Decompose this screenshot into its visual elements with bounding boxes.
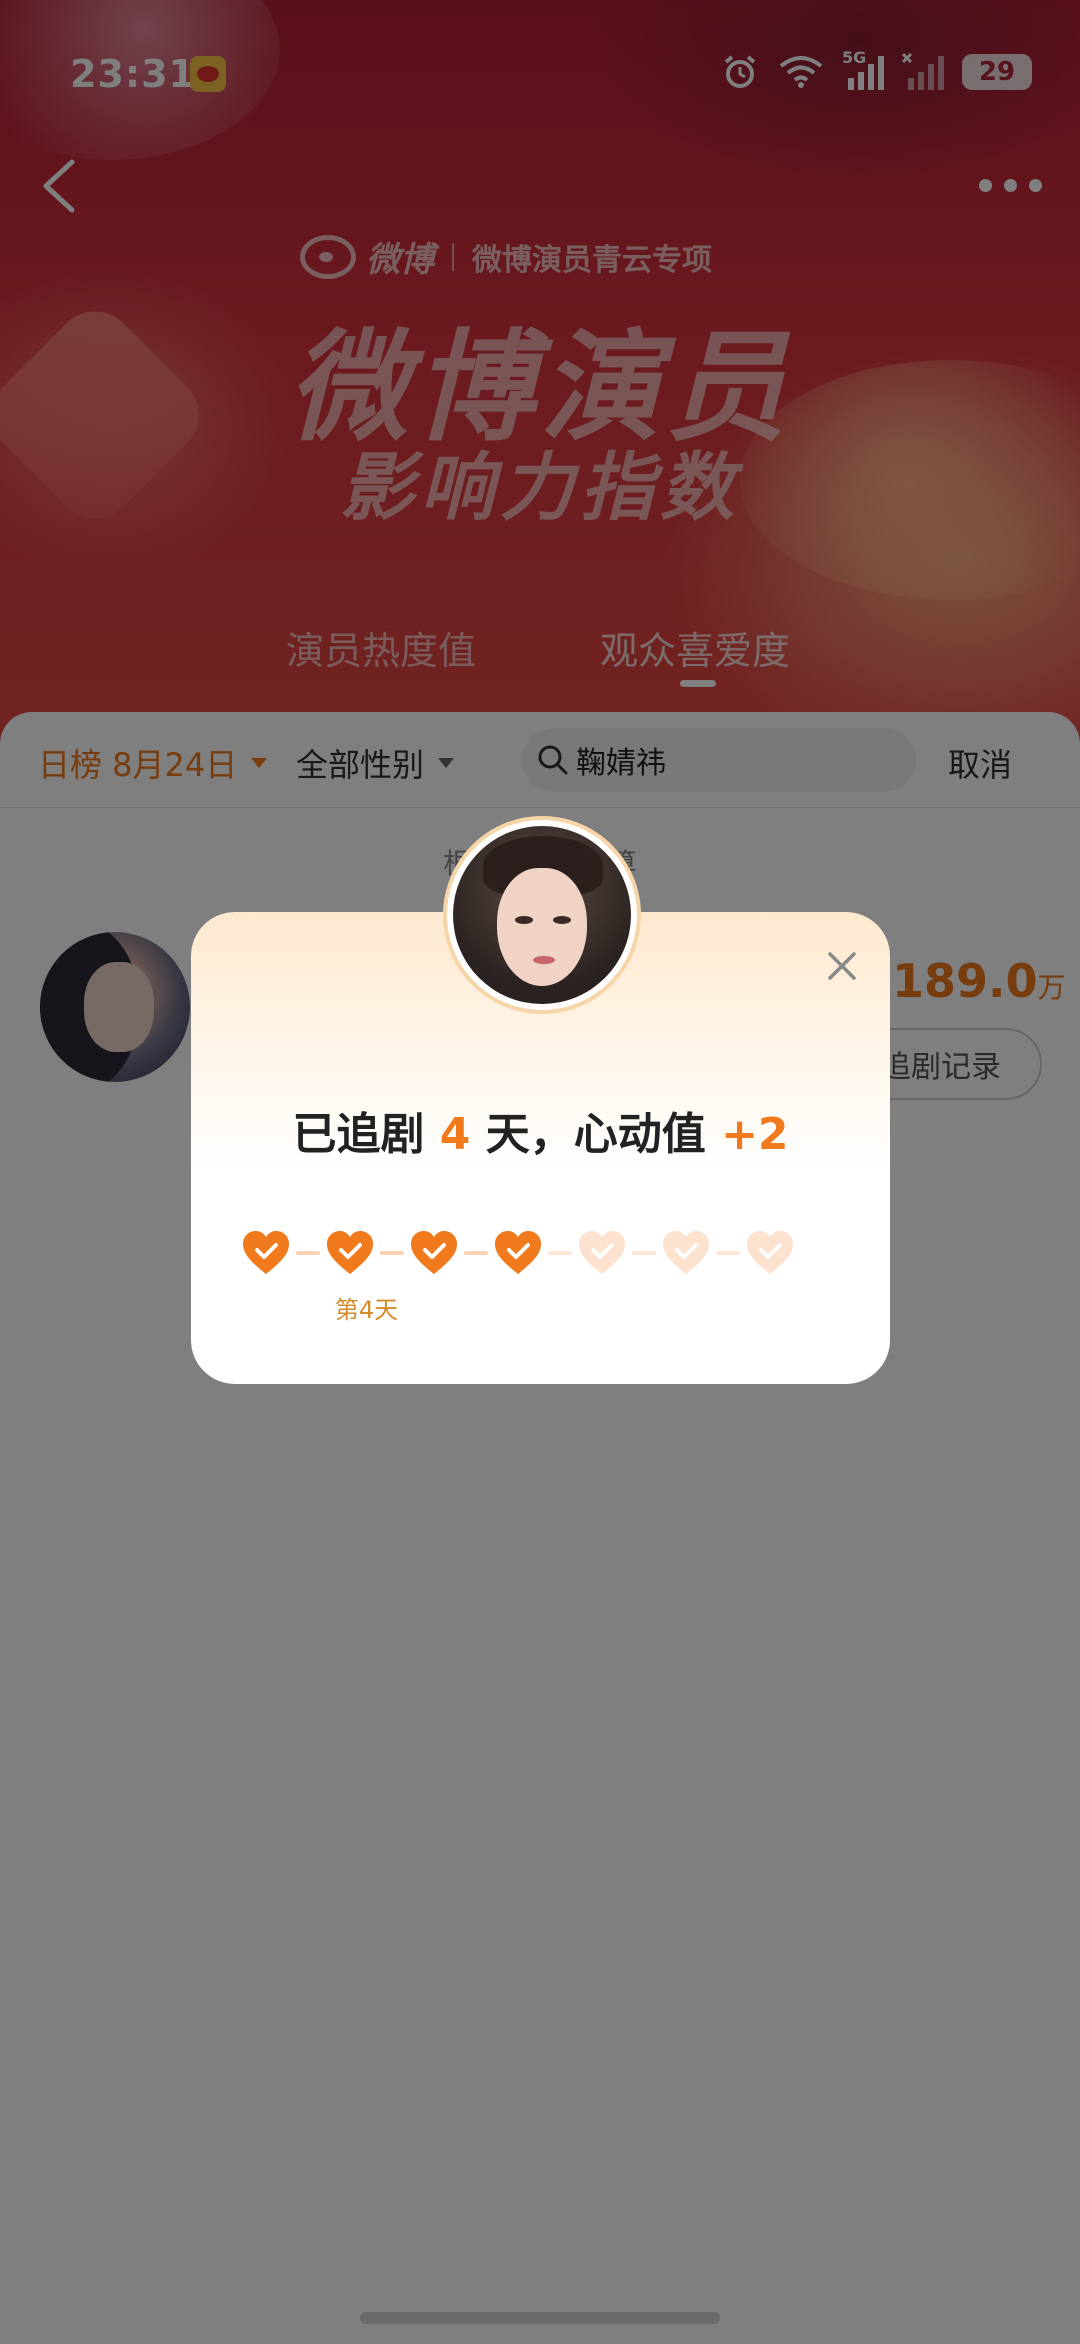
progress-connector <box>632 1251 656 1255</box>
modal-avatar <box>447 820 637 1010</box>
title-middle: 天，心动值 <box>485 1109 706 1160</box>
progress-connector <box>548 1251 572 1255</box>
heart-unchecked-icon <box>747 1231 793 1274</box>
title-prefix: 已追剧 <box>292 1109 425 1160</box>
modal-title: 已追剧 4 天，心动值 +2 <box>191 1098 890 1162</box>
heart-unchecked-icon <box>663 1231 709 1274</box>
current-day-label: 第4天 <box>334 1296 399 1324</box>
progress-connector <box>716 1251 740 1255</box>
progress-connector <box>296 1251 320 1255</box>
days-count: 4 <box>439 1109 471 1160</box>
heart-checked-icon <box>411 1231 457 1274</box>
close-button[interactable] <box>820 944 864 988</box>
heart-checked-icon <box>495 1231 541 1274</box>
progress-connector <box>464 1251 488 1255</box>
home-indicator[interactable] <box>360 2312 720 2324</box>
close-icon <box>828 952 856 980</box>
checkin-modal: 已追剧 4 天，心动值 +2 第4天 <box>191 820 890 1384</box>
heart-bonus: +2 <box>721 1109 789 1160</box>
heart-checked-icon <box>243 1231 289 1274</box>
heart-unchecked-icon <box>579 1231 625 1274</box>
checkin-progress <box>241 1228 841 1278</box>
progress-connector <box>380 1251 404 1255</box>
heart-checked-icon <box>327 1231 373 1274</box>
